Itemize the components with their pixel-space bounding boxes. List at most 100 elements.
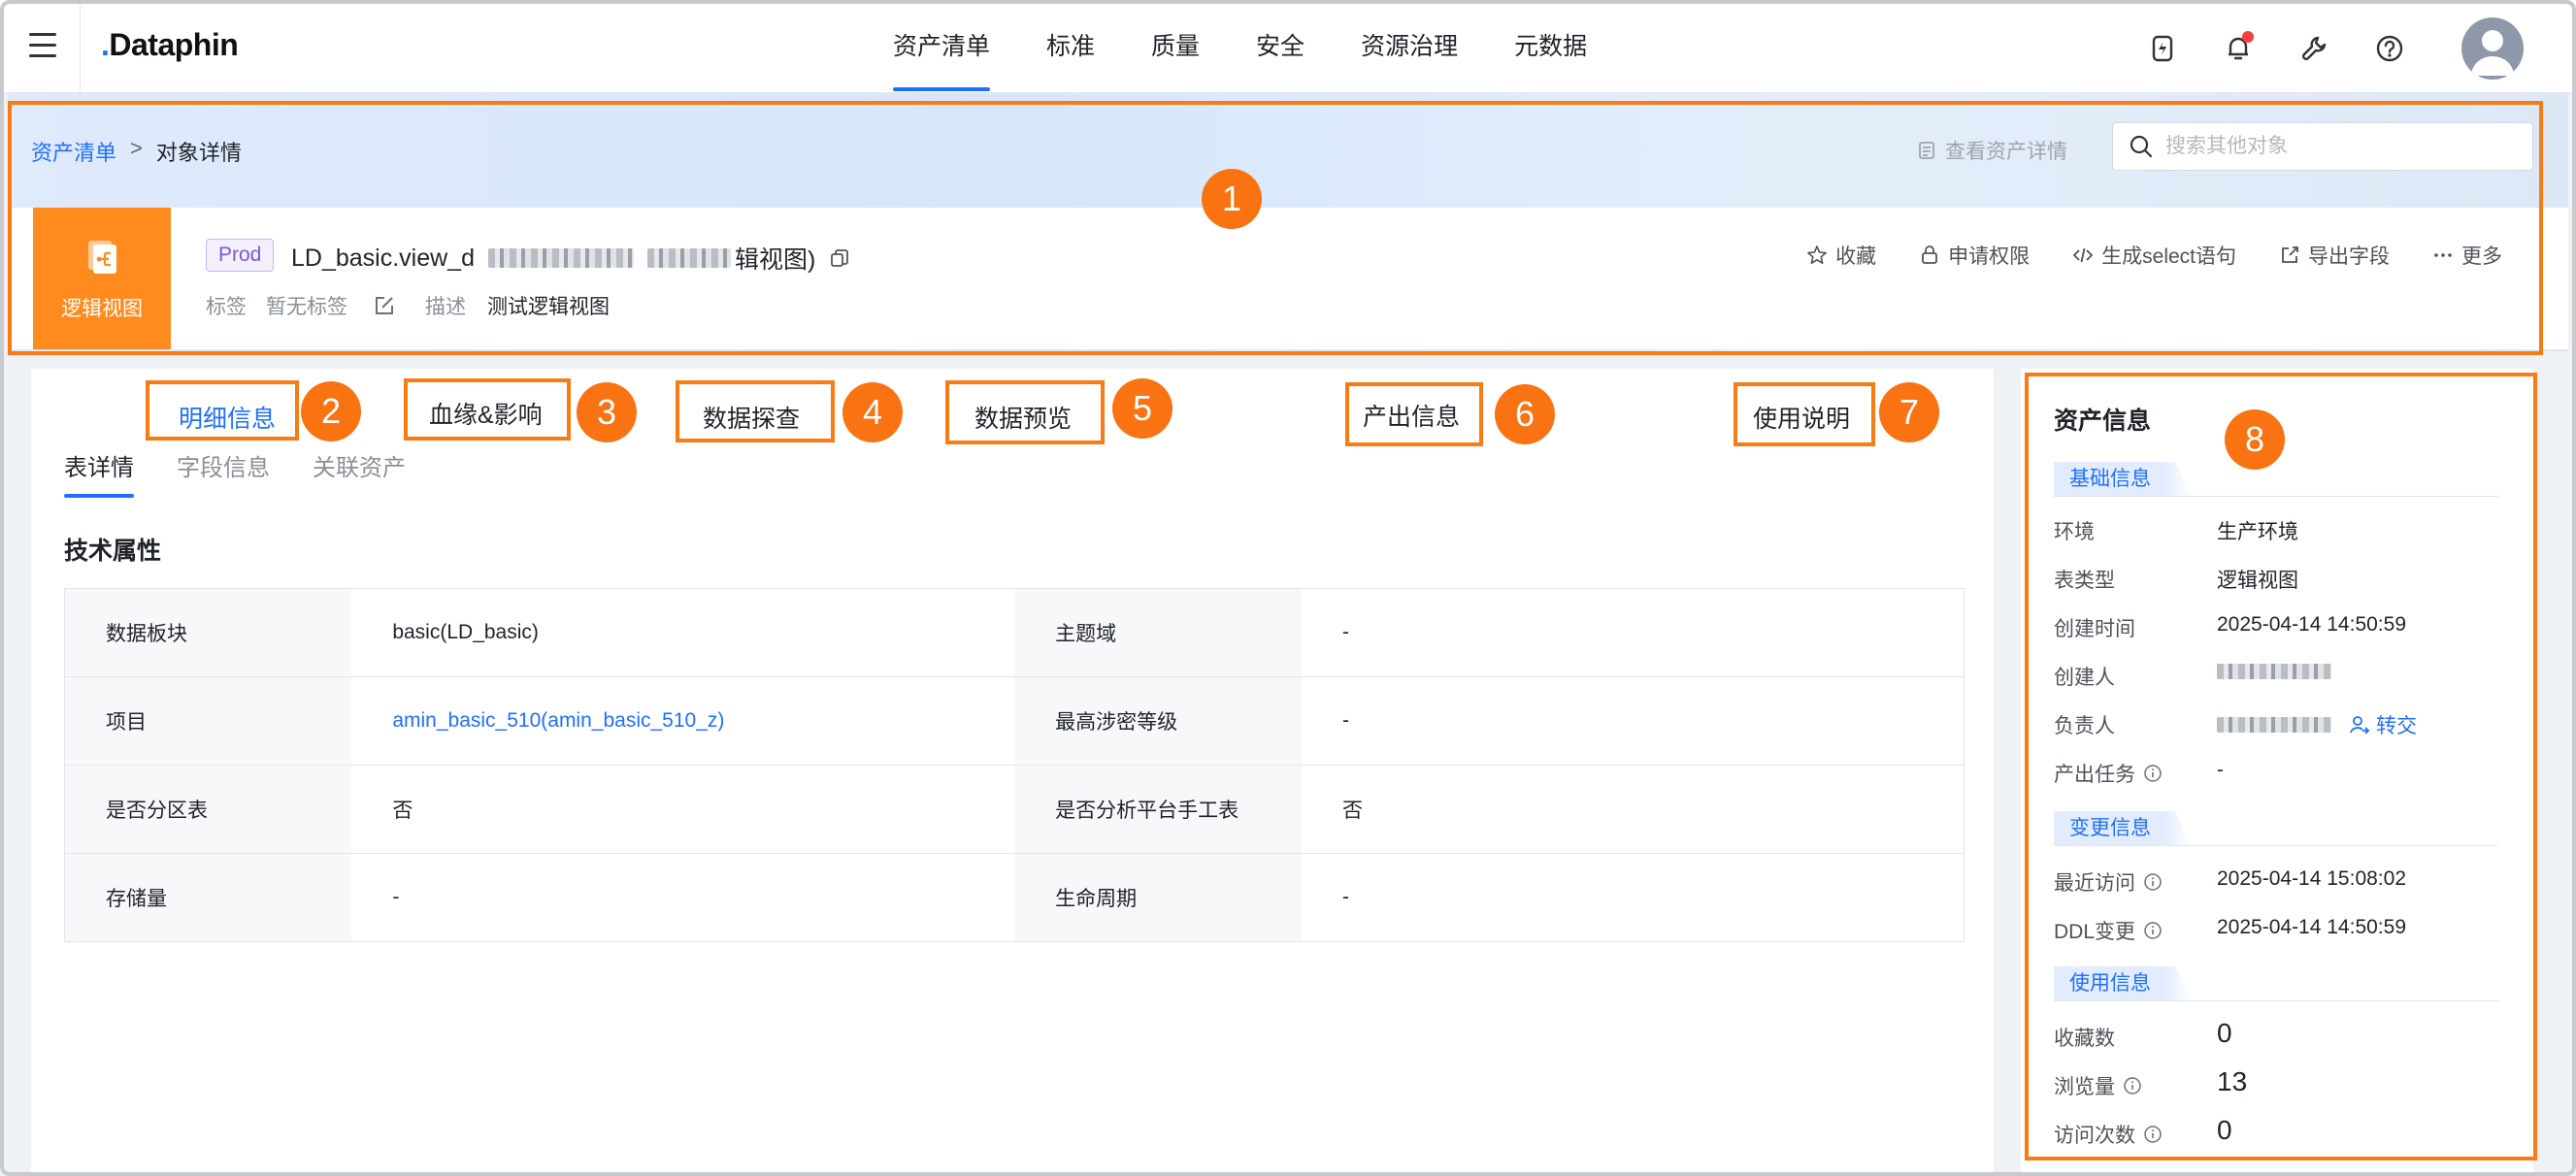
prop-value: 否 xyxy=(351,765,1015,854)
output-task-label: 产出任务 xyxy=(2054,759,2163,788)
prop-value: basic(LD_basic) xyxy=(351,588,1015,677)
usage-info-section: 使用信息 xyxy=(2054,966,2192,1001)
breadcrumb-asset-list[interactable]: 资产清单 xyxy=(31,136,116,167)
info-icon[interactable] xyxy=(2143,764,2163,783)
export-fields-button[interactable]: 导出字段 xyxy=(2279,241,2390,270)
redacted-text xyxy=(488,248,634,268)
ddl-change-text: DDL变更 xyxy=(2054,921,2136,943)
object-actions: 收藏 申请权限 生成select语句 导出字段 更多 xyxy=(1764,241,2502,270)
ddl-change-value: 2025-04-14 14:50:59 xyxy=(2217,916,2406,938)
detail-subtabs: 表详情 字段信息 关联资产 xyxy=(64,448,448,498)
prop-key: 项目 xyxy=(64,676,352,766)
tab-output-info[interactable]: 产出信息 xyxy=(1363,398,1460,433)
copy-icon[interactable] xyxy=(829,247,850,269)
env-value: 生产环境 xyxy=(2217,521,2298,543)
object-type-tile: 逻辑视图 xyxy=(33,208,171,349)
info-icon[interactable] xyxy=(2143,1125,2163,1144)
redacted-text xyxy=(2217,717,2331,733)
main-nav-tabs: 资产清单 标准 质量 安全 资源治理 元数据 xyxy=(893,0,1643,93)
prop-value: - xyxy=(1341,886,1349,908)
created-time-value: 2025-04-14 14:50:59 xyxy=(2217,613,2406,636)
table-row: 是否分区表 否 是否分析平台手工表 否 xyxy=(64,765,1965,854)
tab-data-preview[interactable]: 数据预览 xyxy=(974,400,1072,435)
tab-usage-notes[interactable]: 使用说明 xyxy=(1753,400,1850,435)
section-divider xyxy=(2054,496,2498,497)
more-label: 更多 xyxy=(2461,245,2502,268)
basic-info-section: 基础信息 xyxy=(2054,462,2192,497)
subtab-field-info[interactable]: 字段信息 xyxy=(177,448,270,498)
change-info-section: 变更信息 xyxy=(2054,811,2192,846)
visit-count-value: 0 xyxy=(2217,1115,2232,1145)
table-row: 数据板块 basic(LD_basic) 主题域 - xyxy=(64,588,1965,677)
quick-action-icon[interactable] xyxy=(2143,29,2182,68)
prop-value: - xyxy=(1301,588,1965,677)
info-icon[interactable] xyxy=(2143,872,2163,892)
table-row: 存储量 - 生命周期 - xyxy=(64,853,1965,942)
more-button[interactable]: 更多 xyxy=(2432,241,2502,270)
asset-info-title: 资产信息 xyxy=(2054,408,2152,435)
redacted-text xyxy=(647,248,731,268)
tab-data-profiling[interactable]: 数据探查 xyxy=(703,400,800,435)
lock-icon xyxy=(1922,245,1938,264)
prop-key: 存储量 xyxy=(64,853,352,942)
created-time-label: 创建时间 xyxy=(2054,618,2135,640)
nav-tab-asset-list[interactable]: 资产清单 xyxy=(893,0,991,93)
description-label: 描述 xyxy=(425,296,466,318)
breadcrumb-separator: > xyxy=(130,136,143,160)
nav-tab-quality[interactable]: 质量 xyxy=(1151,0,1200,93)
nav-icon-group xyxy=(2143,17,2524,80)
annotation-marker: 2 xyxy=(301,381,361,441)
view-asset-detail-link[interactable]: 查看资产详情 xyxy=(1916,136,2067,165)
annotation-marker: 4 xyxy=(842,382,903,442)
project-link[interactable]: amin_basic_510(amin_basic_510_z) xyxy=(351,676,1015,766)
more-icon xyxy=(2434,253,2452,257)
tab-detail-info[interactable]: 明细信息 xyxy=(179,400,276,435)
tags-label: 标签 xyxy=(206,296,247,318)
last-visit-label: 最近访问 xyxy=(2054,867,2163,897)
annotation-marker: 5 xyxy=(1112,378,1172,439)
nav-tab-security[interactable]: 安全 xyxy=(1256,0,1305,93)
transfer-owner-button[interactable]: 转交 xyxy=(2349,710,2417,739)
user-transfer-icon xyxy=(2350,716,2370,735)
notification-dot xyxy=(2242,31,2254,43)
object-type-label: 逻辑视图 xyxy=(61,298,143,320)
favorite-label: 收藏 xyxy=(1835,245,1877,268)
info-icon[interactable] xyxy=(2143,921,2163,940)
prop-key: 是否分区表 xyxy=(64,765,352,854)
visit-count-label: 访问次数 xyxy=(2054,1120,2163,1149)
technical-properties-table: 数据板块 basic(LD_basic) 主题域 - 项目 amin_basic… xyxy=(64,588,1965,942)
menu-icon[interactable] xyxy=(29,33,56,60)
nav-tab-standard[interactable]: 标准 xyxy=(1046,0,1095,93)
edit-icon[interactable] xyxy=(373,294,396,317)
creator-label: 创建人 xyxy=(2054,667,2115,689)
nav-tab-governance[interactable]: 资源治理 xyxy=(1361,0,1458,93)
prop-key: 主题域 xyxy=(1014,588,1302,677)
favorite-button[interactable]: 收藏 xyxy=(1806,241,1876,270)
description-value: 测试逻辑视图 xyxy=(487,296,610,318)
tab-lineage-impact[interactable]: 血缘&影响 xyxy=(429,396,543,431)
export-fields-label: 导出字段 xyxy=(2308,245,2390,268)
request-permission-button[interactable]: 申请权限 xyxy=(1919,241,2030,270)
subtab-table-detail[interactable]: 表详情 xyxy=(64,448,134,498)
user-avatar[interactable] xyxy=(2461,17,2524,80)
nav-tab-metadata[interactable]: 元数据 xyxy=(1514,0,1587,93)
help-icon[interactable] xyxy=(2370,29,2409,68)
prop-value: - xyxy=(1301,676,1965,766)
annotation-marker: 7 xyxy=(1879,382,1939,442)
notification-bell-icon[interactable] xyxy=(2219,29,2258,68)
app-logo[interactable]: .Dataphin xyxy=(101,27,239,63)
section-divider xyxy=(2054,1000,2498,1001)
wrench-icon[interactable] xyxy=(2295,29,2333,68)
subtab-related-assets[interactable]: 关联资产 xyxy=(313,448,406,498)
top-nav: .Dataphin 资产清单 标准 质量 安全 资源治理 元数据 xyxy=(0,0,2576,93)
creator-value xyxy=(2217,664,2331,679)
output-task-value: - xyxy=(2217,759,2224,781)
info-icon[interactable] xyxy=(2123,1076,2142,1095)
search-box[interactable] xyxy=(2112,122,2533,171)
code-icon xyxy=(2072,247,2094,263)
generate-select-button[interactable]: 生成select语句 xyxy=(2072,241,2236,270)
views-label: 浏览量 xyxy=(2054,1071,2142,1100)
logical-view-icon xyxy=(88,241,116,274)
search-input[interactable] xyxy=(2165,135,2515,158)
output-task-text: 产出任务 xyxy=(2054,764,2135,786)
